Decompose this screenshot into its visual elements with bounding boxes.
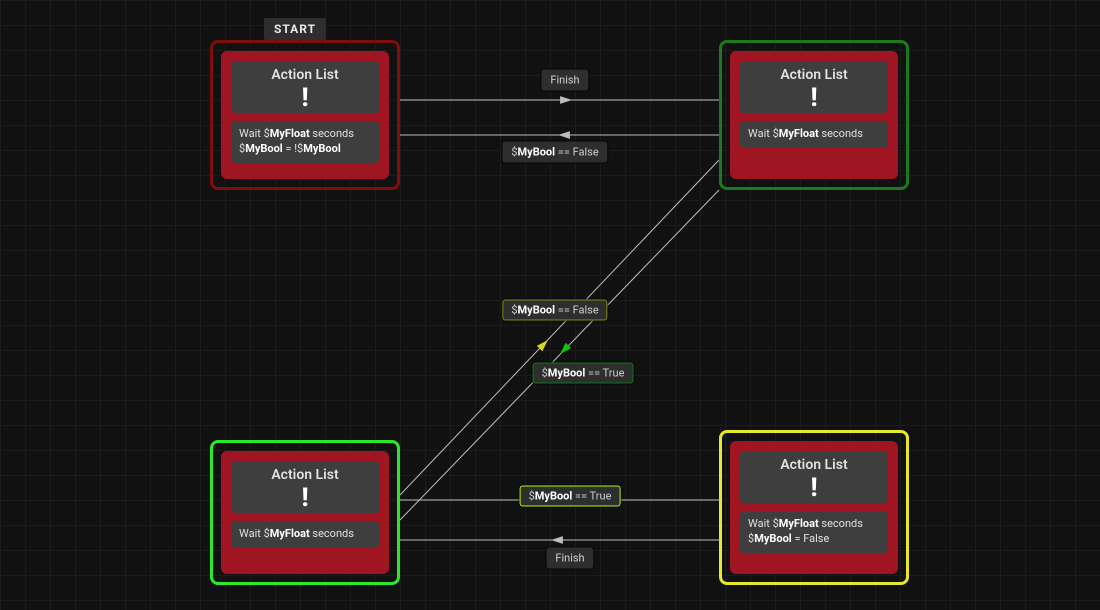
node-body-line: Wait $MyFloat seconds bbox=[748, 127, 880, 142]
state-node[interactable]: Action List! Wait $MyFloat seconds bbox=[719, 40, 909, 190]
node-body: Wait $MyFloat seconds$MyBool = False bbox=[740, 511, 888, 553]
edge-label[interactable]: Finish bbox=[546, 548, 593, 569]
state-node[interactable]: Action List! Wait $MyFloat seconds$MyBool… bbox=[210, 40, 400, 190]
node-title: Action List bbox=[744, 457, 884, 473]
edge-label[interactable]: $MyBool == True bbox=[533, 363, 634, 384]
exclamation-icon: ! bbox=[235, 85, 375, 111]
node-body: Wait $MyFloat seconds bbox=[740, 121, 888, 148]
node-title: Action List bbox=[744, 67, 884, 83]
exclamation-icon: ! bbox=[744, 475, 884, 501]
edge-label[interactable]: Finish bbox=[541, 70, 588, 91]
node-body-line: Wait $MyFloat seconds bbox=[239, 127, 371, 142]
node-body: Wait $MyFloat seconds$MyBool = !$MyBool bbox=[231, 121, 379, 163]
exclamation-icon: ! bbox=[235, 485, 375, 511]
node-body-line: Wait $MyFloat seconds bbox=[239, 527, 371, 542]
node-body-line: $MyBool = !$MyBool bbox=[239, 142, 371, 157]
node-body-line: $MyBool = False bbox=[748, 532, 880, 547]
edge-label[interactable]: $MyBool == True bbox=[520, 486, 621, 507]
exclamation-icon: ! bbox=[744, 85, 884, 111]
node-body: Wait $MyFloat seconds bbox=[231, 521, 379, 548]
node-body-line: Wait $MyFloat seconds bbox=[748, 517, 880, 532]
state-node[interactable]: Action List! Wait $MyFloat seconds bbox=[210, 440, 400, 585]
node-title: Action List bbox=[235, 467, 375, 483]
state-node[interactable]: Action List! Wait $MyFloat seconds$MyBool… bbox=[719, 430, 909, 585]
node-title: Action List bbox=[235, 67, 375, 83]
edge-label[interactable]: $MyBool == False bbox=[502, 300, 607, 321]
edge-label[interactable]: $MyBool == False bbox=[502, 142, 607, 163]
graph-canvas[interactable]: START Action List!Wait $MyFloat seconds$… bbox=[0, 0, 1100, 610]
start-tag: START bbox=[264, 18, 326, 40]
